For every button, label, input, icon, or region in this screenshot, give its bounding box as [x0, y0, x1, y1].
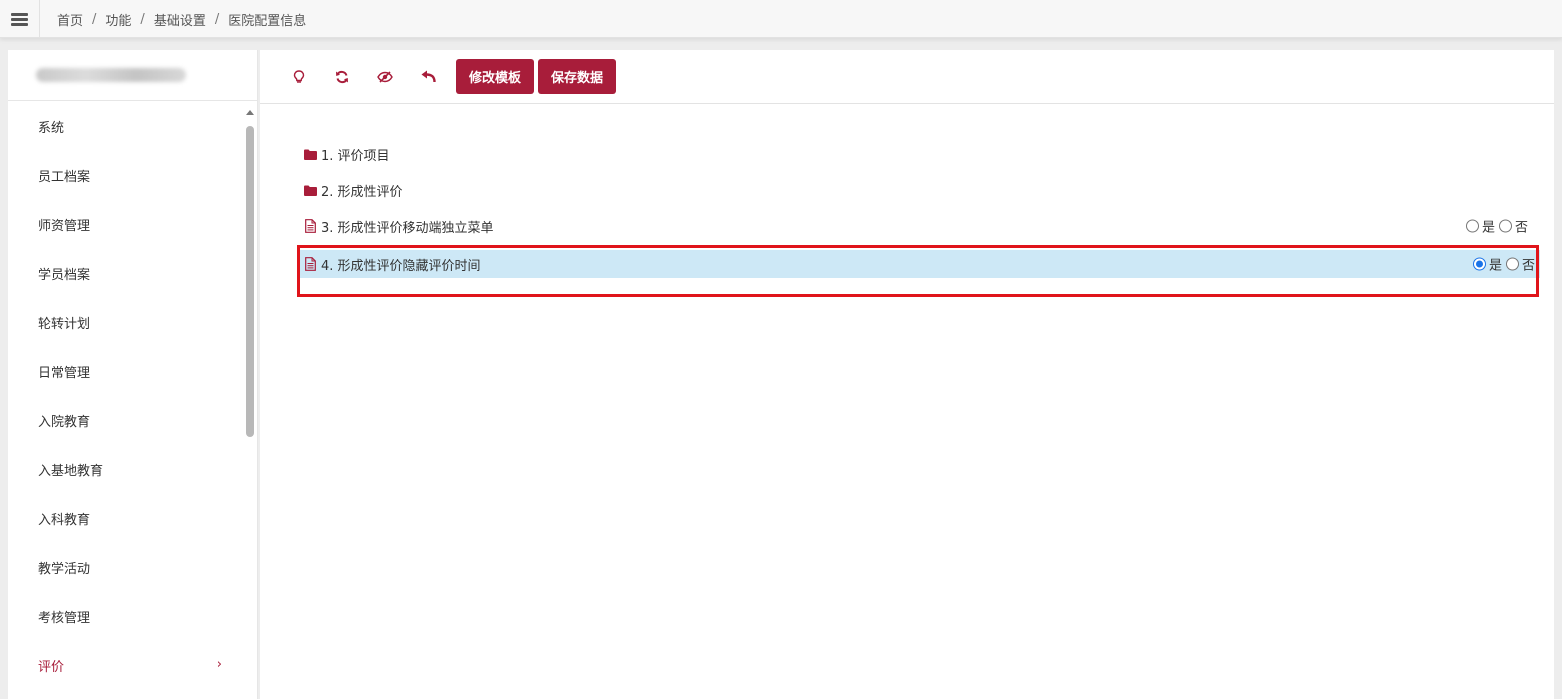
breadcrumb-function[interactable]: 功能 — [105, 10, 131, 29]
sidebar-item-teaching-activities[interactable]: 教学活动 — [8, 543, 244, 592]
menu-toggle-button[interactable] — [0, 0, 40, 38]
sidebar: 系统 员工档案 师资管理 学员档案 轮转计划 日常管理 入院教育 入基地教育 入… — [8, 50, 258, 699]
toolbar: 修改模板 保存数据 — [260, 50, 1554, 104]
breadcrumb-current-page: 医院配置信息 — [228, 14, 307, 29]
sidebar-item-rotation-plan[interactable]: 轮转计划 — [8, 298, 244, 347]
undo-icon[interactable] — [413, 62, 443, 92]
tree-item-file[interactable]: 3. 形成性评价移动端独立菜单 是 否 — [300, 208, 1540, 244]
main-content: 修改模板 保存数据 1. 评价项目 2. 形成性评价 3. 形成性评价移动端独立… — [260, 50, 1554, 699]
blurred-user-info — [36, 68, 186, 82]
folder-icon — [303, 183, 317, 197]
sidebar-item-staff-records[interactable]: 员工档案 — [8, 151, 244, 200]
sidebar-menu: 系统 员工档案 师资管理 学员档案 轮转计划 日常管理 入院教育 入基地教育 入… — [8, 102, 244, 690]
eye-slash-icon[interactable] — [370, 62, 400, 92]
chevron-right-icon: › — [216, 657, 222, 672]
radio-no[interactable] — [1498, 219, 1512, 233]
breadcrumb: 首页 / 功能 / 基础设置 / 医院配置信息 — [57, 10, 307, 29]
tree-item-file-selected[interactable]: 4. 形成性评价隐藏评价时间 是 否 — [300, 250, 1540, 278]
sidebar-header — [8, 50, 257, 101]
sidebar-item-assessment[interactable]: 考核管理 — [8, 592, 244, 641]
sidebar-item-hospital-orientation[interactable]: 入院教育 — [8, 396, 244, 445]
tree-item-label: 1. 评价项目 — [321, 148, 390, 164]
sidebar-item-system[interactable]: 系统 — [8, 102, 244, 151]
sidebar-item-student-records[interactable]: 学员档案 — [8, 249, 244, 298]
sidebar-item-evaluation[interactable]: 评价 › — [8, 641, 244, 690]
folder-icon — [303, 147, 317, 161]
config-tree: 1. 评价项目 2. 形成性评价 3. 形成性评价移动端独立菜单 是 否 4. … — [300, 136, 1540, 278]
top-bar: 首页 / 功能 / 基础设置 / 医院配置信息 — [0, 0, 1562, 38]
file-text-icon — [303, 219, 317, 233]
radio-no-label: 否 — [1521, 258, 1535, 274]
tree-item-label: 2. 形成性评价 — [321, 184, 403, 200]
radio-yes-label: 是 — [1488, 258, 1502, 274]
edit-template-button[interactable]: 修改模板 — [456, 59, 535, 94]
lightbulb-icon[interactable] — [284, 62, 314, 92]
tree-item-label: 4. 形成性评价隐藏评价时间 — [321, 258, 481, 274]
file-text-icon — [303, 257, 317, 271]
refresh-icon[interactable] — [327, 62, 357, 92]
sidebar-scrollbar[interactable] — [246, 110, 254, 699]
radio-yes[interactable] — [1465, 219, 1479, 233]
breadcrumb-home[interactable]: 首页 — [57, 10, 83, 29]
scroll-up-arrow-icon[interactable] — [246, 110, 254, 115]
tree-item-folder[interactable]: 2. 形成性评价 — [300, 172, 1540, 208]
tree-item-folder[interactable]: 1. 评价项目 — [300, 136, 1540, 172]
sidebar-item-department-orientation[interactable]: 入科教育 — [8, 494, 244, 543]
hamburger-icon — [11, 12, 28, 26]
tree-item-label: 3. 形成性评价移动端独立菜单 — [321, 220, 494, 236]
sidebar-item-base-orientation[interactable]: 入基地教育 — [8, 445, 244, 494]
scrollbar-thumb[interactable] — [246, 126, 254, 437]
radio-no-label: 否 — [1514, 220, 1528, 236]
radio-yes-label: 是 — [1481, 220, 1495, 236]
sidebar-item-daily-management[interactable]: 日常管理 — [8, 347, 244, 396]
sidebar-item-faculty[interactable]: 师资管理 — [8, 200, 244, 249]
radio-no[interactable] — [1505, 257, 1519, 271]
radio-yes[interactable] — [1472, 257, 1486, 271]
save-data-button[interactable]: 保存数据 — [538, 59, 617, 94]
breadcrumb-basic-settings[interactable]: 基础设置 — [154, 10, 206, 29]
yes-no-radio-group: 是 否 — [1472, 255, 1535, 274]
yes-no-radio-group: 是 否 — [1465, 217, 1528, 236]
